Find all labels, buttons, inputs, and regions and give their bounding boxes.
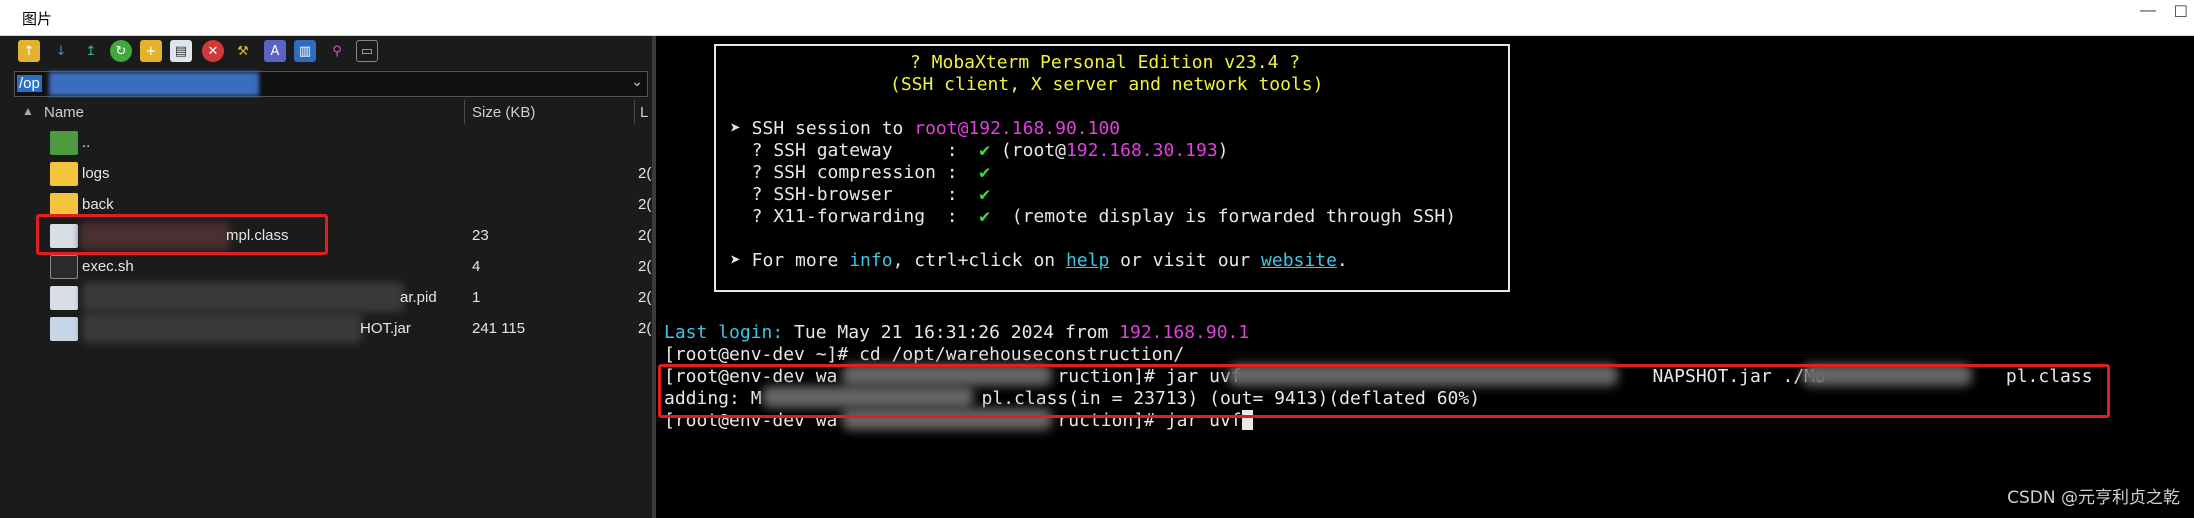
file-size: 241 115	[472, 320, 526, 337]
highlight-box	[658, 364, 2110, 418]
parent-folder-icon	[50, 131, 78, 155]
window-titlebar: 图片 — ☐	[0, 0, 2194, 36]
file-date: 2(	[638, 165, 652, 182]
check-icon: ✔	[979, 206, 991, 227]
welcome-banner: ? MobaXterm Personal Edition v23.4 ? (SS…	[714, 44, 1510, 292]
gateway-close: )	[1217, 140, 1229, 161]
session-label: ➤ SSH session to	[730, 118, 915, 139]
last-login-label: Last login:	[664, 322, 784, 343]
terminal-icon[interactable]: ▭	[356, 40, 378, 62]
file-name: ..	[82, 134, 91, 151]
last-login-text: Tue May 21 16:31:26 2024 from	[783, 322, 1120, 343]
delete-icon[interactable]: ✕	[202, 40, 224, 62]
x11-label: ? X11-forwarding :	[730, 206, 980, 227]
x11-note: (remote display is forwarded through SSH…	[990, 206, 1457, 227]
banner-x11: ? X11-forwarding : ✔ (remote display is …	[730, 206, 1456, 228]
info-mid: , ctrl+click on	[892, 250, 1066, 271]
bookmark-icon[interactable]: ▥	[294, 40, 316, 62]
file-name: exec.sh	[82, 258, 134, 275]
list-item[interactable]: ..	[0, 127, 652, 158]
settings-icon[interactable]: ⚒	[232, 40, 254, 62]
gateway-ip: 192.168.30.193	[1065, 140, 1218, 161]
new-folder-icon[interactable]: +	[140, 40, 162, 62]
column-separator[interactable]	[634, 100, 635, 124]
path-value: /op	[17, 75, 42, 92]
sftp-toolbar: ↑ ↓ ↥ ↻ + ▤ ✕ ⚒ A ▥ ⚲ ▭	[0, 36, 652, 70]
list-item[interactable]: HOT.jar 241 115 2(	[0, 313, 652, 344]
list-item[interactable]: ar.pid 1 2(	[0, 282, 652, 313]
file-date: 2(	[638, 196, 652, 213]
refresh-icon[interactable]: ↻	[110, 40, 132, 62]
redacted-filename	[82, 282, 404, 312]
magic-icon[interactable]: ⚲	[326, 40, 348, 62]
path-input[interactable]: /op ⌄	[14, 71, 648, 97]
info-end: .	[1336, 250, 1348, 271]
maximize-button[interactable]: ☐	[2174, 2, 2188, 22]
banner-subtitle: (SSH client, X server and network tools)	[890, 74, 1324, 95]
banner-info: ➤ For more info, ctrl+click on help or v…	[730, 250, 1348, 272]
info-link[interactable]: info	[849, 250, 892, 271]
check-icon: ✔	[979, 162, 991, 183]
file-size: 4	[472, 258, 481, 275]
window-title: 图片	[22, 11, 53, 28]
check-icon: ✔	[979, 140, 991, 161]
sort-up-icon: ▲	[22, 104, 34, 118]
file-list-header: ▲ Name Size (KB) L	[0, 98, 652, 126]
folder-up-icon[interactable]: ↑	[18, 40, 40, 62]
minimize-button[interactable]: —	[2140, 2, 2156, 20]
banner-session: ➤ SSH session to root@192.168.90.100	[730, 118, 1120, 140]
file-date: 2(	[638, 289, 652, 306]
new-file-icon[interactable]: ▤	[170, 40, 192, 62]
gateway-label: ? SSH gateway :	[730, 140, 980, 161]
folder-icon	[50, 162, 78, 186]
file-name: ar.pid	[400, 289, 437, 306]
last-login-ip: 192.168.90.1	[1119, 322, 1250, 343]
chevron-down-icon[interactable]: ⌄	[631, 73, 643, 90]
banner-compression: ? SSH compression : ✔	[730, 162, 990, 184]
info-prefix: ➤ For more	[730, 250, 850, 271]
file-name: back	[82, 196, 114, 213]
column-name[interactable]: Name	[44, 104, 84, 121]
column-size[interactable]: Size (KB)	[472, 104, 535, 121]
redacted-filename	[82, 313, 362, 343]
jar-file-icon	[50, 317, 78, 341]
browser-label: ? SSH-browser :	[730, 184, 980, 205]
column-last-modified[interactable]: L	[640, 104, 648, 121]
text-icon[interactable]: A	[264, 40, 286, 62]
redacted-path	[49, 72, 259, 96]
file-name: logs	[82, 165, 110, 182]
session-host: root@192.168.90.100	[914, 118, 1121, 139]
help-link[interactable]: help	[1066, 250, 1109, 271]
file-name: HOT.jar	[360, 320, 411, 337]
info-mid2: or visit our	[1109, 250, 1262, 271]
file-date: 2(	[638, 227, 652, 244]
banner-browser: ? SSH-browser : ✔	[730, 184, 990, 206]
shell-script-icon	[50, 255, 78, 279]
file-size: 1	[472, 289, 481, 306]
gateway-open: (root@	[990, 140, 1066, 161]
watermark: CSDN @元亨利贞之乾	[2007, 488, 2180, 508]
last-login-line: Last login: Tue May 21 16:31:26 2024 fro…	[664, 322, 1249, 344]
download-icon[interactable]: ↓	[50, 40, 72, 62]
terminal[interactable]: ? MobaXterm Personal Edition v23.4 ? (SS…	[656, 36, 2194, 518]
highlight-box	[36, 214, 328, 255]
banner-gateway: ? SSH gateway : ✔ (root@192.168.30.193)	[730, 140, 1229, 162]
upload-icon[interactable]: ↥	[80, 40, 102, 62]
list-item[interactable]: logs 2(	[0, 158, 652, 189]
banner-title: ? MobaXterm Personal Edition v23.4 ?	[910, 52, 1301, 73]
column-separator[interactable]	[464, 100, 465, 124]
file-date: 2(	[638, 320, 652, 337]
pid-file-icon	[50, 286, 78, 310]
check-icon: ✔	[979, 184, 991, 205]
sftp-panel: ↑ ↓ ↥ ↻ + ▤ ✕ ⚒ A ▥ ⚲ ▭ /op ⌄ ▲ Name Siz…	[0, 36, 652, 518]
website-link[interactable]: website	[1261, 250, 1337, 271]
compression-label: ? SSH compression :	[730, 162, 980, 183]
list-item[interactable]: exec.sh 4 2(	[0, 251, 652, 282]
file-size: 23	[472, 227, 489, 244]
terminal-line-cd: [root@env-dev ~]# cd /opt/warehouseconst…	[664, 344, 1185, 365]
file-date: 2(	[638, 258, 652, 275]
